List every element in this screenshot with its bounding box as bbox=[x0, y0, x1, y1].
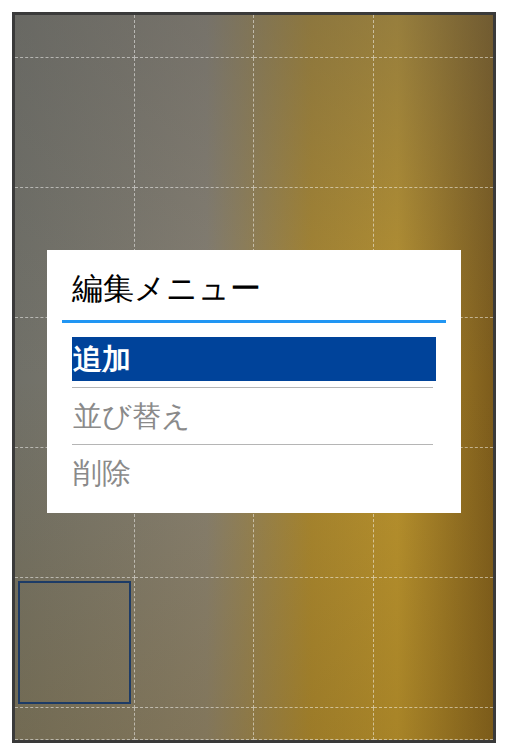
grid-cell[interactable] bbox=[254, 708, 374, 740]
grid-cell[interactable] bbox=[15, 708, 135, 740]
grid-cell[interactable] bbox=[374, 578, 494, 708]
menu-divider bbox=[72, 444, 433, 445]
menu-row: 並び替え bbox=[72, 394, 436, 451]
title-divider bbox=[62, 320, 446, 323]
grid-cell[interactable] bbox=[374, 708, 494, 740]
grid-cell[interactable] bbox=[254, 58, 374, 188]
grid-cell[interactable] bbox=[135, 708, 255, 740]
menu-divider bbox=[72, 387, 433, 388]
grid-cell[interactable] bbox=[135, 58, 255, 188]
menu-row: 追加 bbox=[72, 337, 436, 394]
menu-item: 並び替え bbox=[72, 394, 436, 438]
grid-cell[interactable] bbox=[15, 578, 135, 708]
cell-cursor bbox=[18, 581, 131, 704]
grid-cell[interactable] bbox=[254, 578, 374, 708]
edit-menu-dialog: 編集メニュー 追加並び替え削除 bbox=[47, 250, 461, 513]
screen: 編集メニュー 追加並び替え削除 bbox=[12, 12, 496, 743]
grid-cell[interactable] bbox=[15, 58, 135, 188]
menu-row: 削除 bbox=[72, 451, 436, 495]
grid-cell[interactable] bbox=[374, 58, 494, 188]
menu-list: 追加並び替え削除 bbox=[47, 323, 461, 495]
grid-cell[interactable] bbox=[135, 578, 255, 708]
grid-cell[interactable] bbox=[15, 15, 135, 58]
menu-item: 削除 bbox=[72, 451, 436, 495]
menu-item-label: 追加 bbox=[72, 339, 131, 379]
grid-cell[interactable] bbox=[135, 15, 255, 58]
menu-item-label: 並び替え bbox=[72, 396, 191, 436]
grid-cell[interactable] bbox=[254, 15, 374, 58]
menu-item-label: 削除 bbox=[72, 453, 131, 493]
grid-cell[interactable] bbox=[374, 15, 494, 58]
dialog-title: 編集メニュー bbox=[47, 250, 461, 320]
menu-item[interactable]: 追加 bbox=[72, 337, 436, 381]
